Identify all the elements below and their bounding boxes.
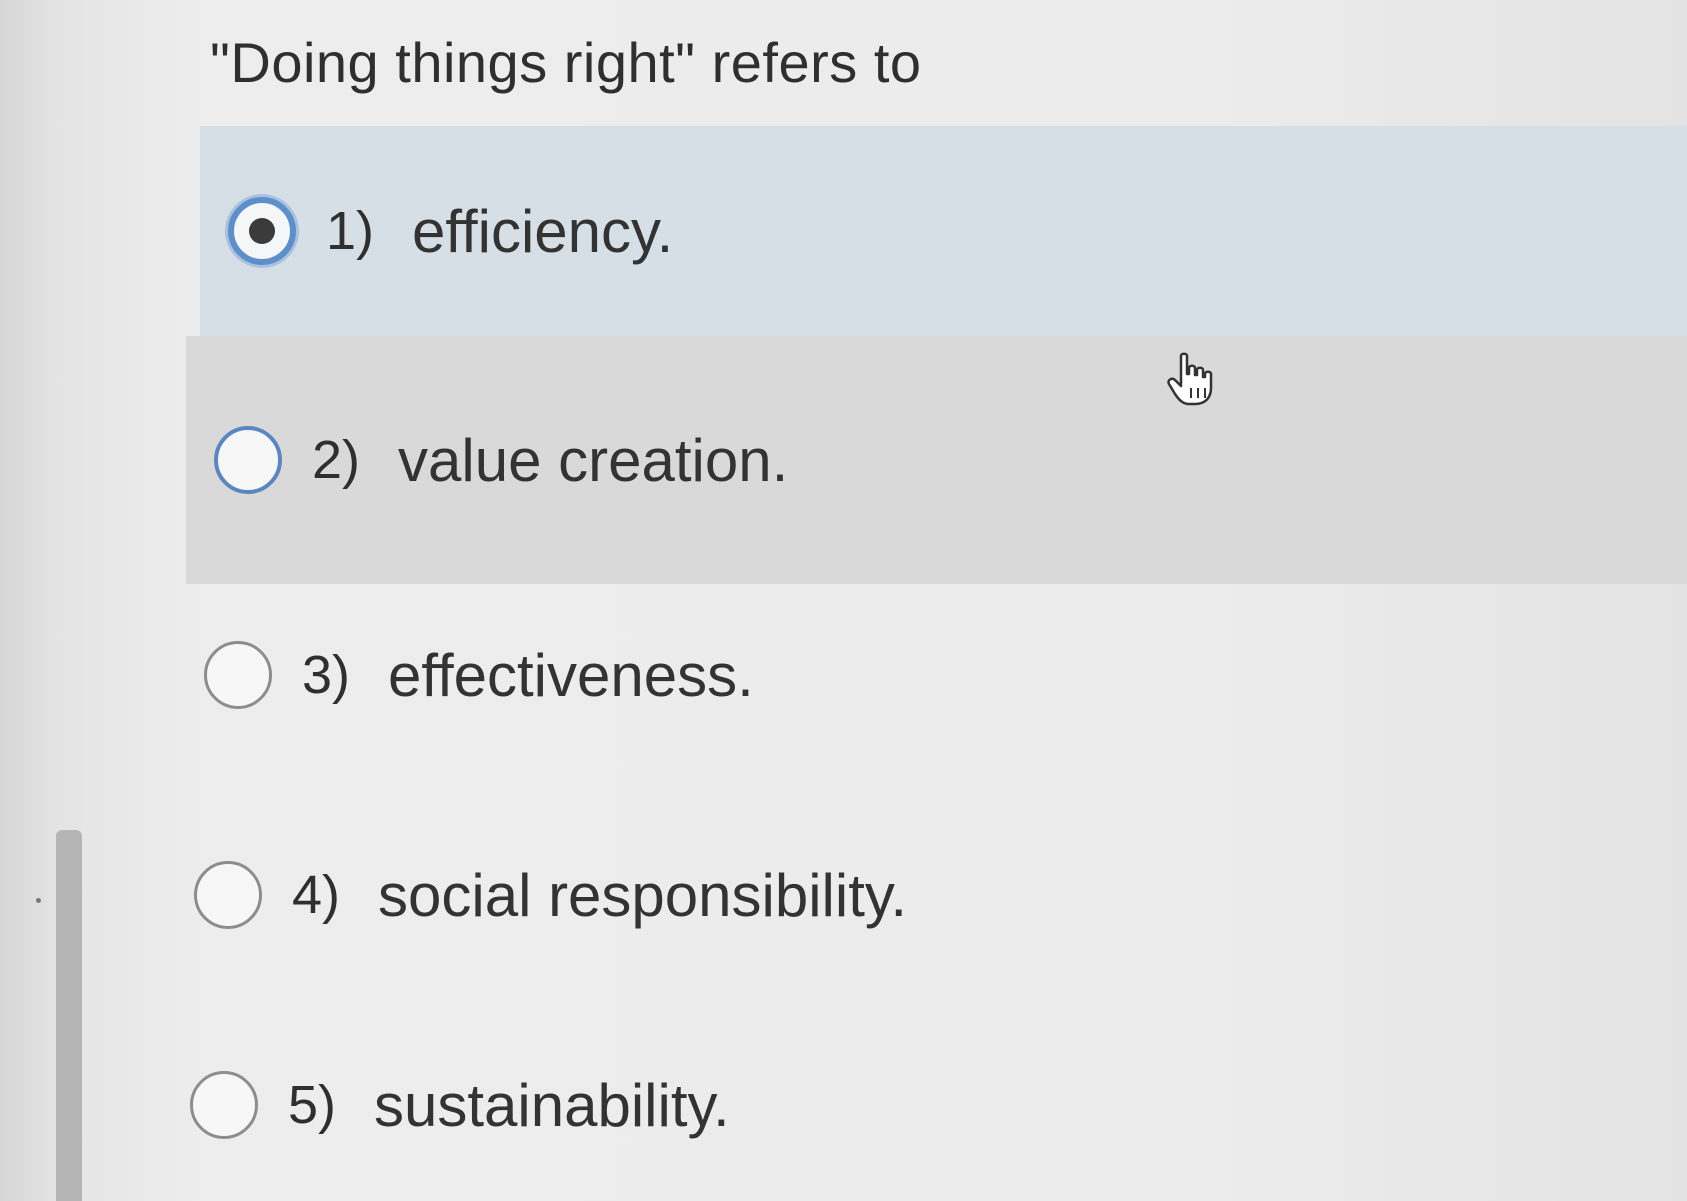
quiz-page: "Doing things right" refers to 1) effici… xyxy=(0,0,1687,1201)
option-number: 4) xyxy=(292,865,341,925)
option-label: value creation. xyxy=(398,426,789,494)
option-number: 5) xyxy=(288,1075,337,1135)
option-2[interactable]: 2) value creation. xyxy=(186,336,1687,584)
radio-option-2[interactable] xyxy=(214,426,282,494)
option-5[interactable]: 5) sustainability. xyxy=(162,1010,1687,1200)
option-label: effectiveness. xyxy=(388,641,754,709)
radio-option-4[interactable] xyxy=(194,861,262,929)
option-label: social responsibility. xyxy=(378,861,908,929)
option-label: efficiency. xyxy=(412,197,674,265)
radio-option-5[interactable] xyxy=(190,1071,258,1139)
option-number: 3) xyxy=(302,645,351,705)
radio-selected-dot xyxy=(249,218,275,244)
option-3[interactable]: 3) effectiveness. xyxy=(176,575,1687,775)
radio-option-1[interactable] xyxy=(228,197,296,265)
option-number: 1) xyxy=(326,201,375,261)
option-4[interactable]: 4) social responsibility. xyxy=(166,795,1687,995)
option-number: 2) xyxy=(312,430,361,490)
answer-options: 1) efficiency. 2) value creation. 3) eff… xyxy=(0,0,1687,1201)
option-1[interactable]: 1) efficiency. xyxy=(200,126,1687,336)
radio-option-3[interactable] xyxy=(204,641,272,709)
option-label: sustainability. xyxy=(374,1071,730,1139)
hand-pointer-icon xyxy=(1167,352,1213,406)
